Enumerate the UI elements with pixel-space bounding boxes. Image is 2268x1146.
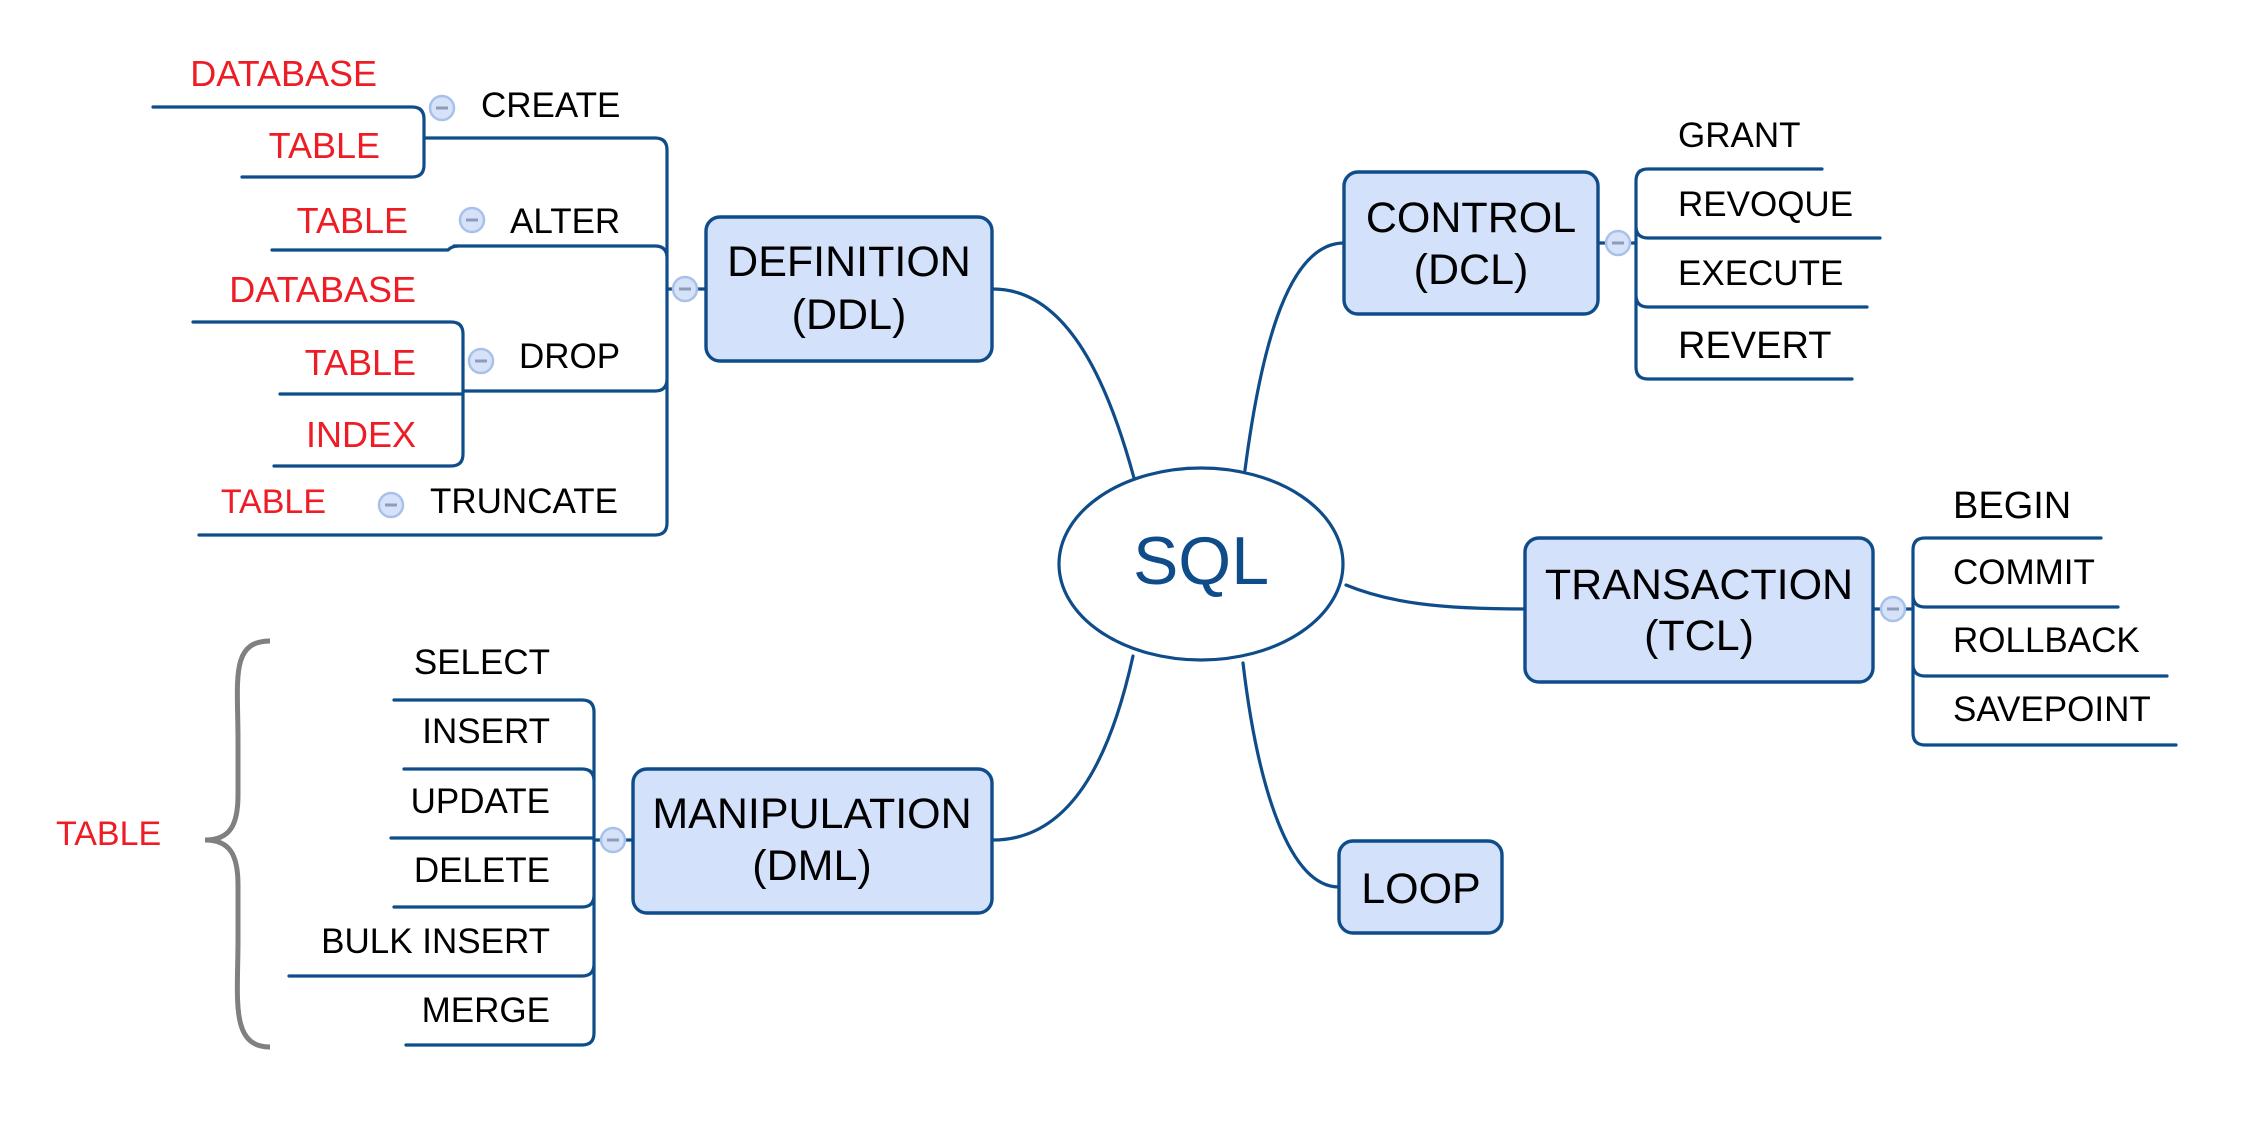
dcl-node[interactable]: CONTROL (DCL)	[1342, 170, 1600, 316]
dml-node[interactable]: MANIPULATION (DML)	[631, 767, 994, 915]
ddl-command-create[interactable]: CREATE	[481, 86, 620, 125]
dcl-title: CONTROL	[1366, 194, 1576, 242]
drop-object-database[interactable]: DATABASE	[229, 269, 416, 310]
tcl-title: TRANSACTION	[1545, 561, 1853, 609]
ddl-command-truncate[interactable]: TRUNCATE	[430, 482, 618, 521]
dml-command[interactable]: DELETE	[414, 851, 550, 890]
create-object-table[interactable]: TABLE	[269, 125, 380, 166]
dml-command[interactable]: SELECT	[414, 643, 550, 682]
dcl-command[interactable]: GRANT	[1678, 116, 1801, 155]
ddl-title: DEFINITION	[727, 238, 971, 286]
ddl-subtitle: (DDL)	[792, 291, 907, 339]
root-label: SQL	[1133, 523, 1269, 599]
ddl-collapse-button[interactable]	[671, 275, 699, 303]
connector-root-dcl	[1243, 241, 1346, 472]
ddl-command-drop[interactable]: DROP	[519, 337, 620, 376]
alter-underline	[270, 244, 460, 252]
dcl-command[interactable]: EXECUTE	[1678, 254, 1843, 293]
alter-collapse-button[interactable]	[458, 206, 486, 234]
tcl-collapse-button[interactable]	[1879, 595, 1907, 623]
drop-object-table[interactable]: TABLE	[305, 342, 416, 383]
dml-title: MANIPULATION	[652, 790, 971, 838]
alter-object-table[interactable]: TABLE	[297, 200, 408, 241]
dcl-subtitle: (DCL)	[1414, 246, 1529, 294]
connector-root-loop	[1241, 661, 1341, 889]
tcl-command[interactable]: ROLLBACK	[1953, 621, 2140, 660]
create-object-database[interactable]: DATABASE	[190, 53, 377, 94]
ddl-command-alter[interactable]: ALTER	[510, 202, 620, 241]
dcl-command[interactable]: REVERT	[1678, 325, 1831, 367]
dcl-command[interactable]: REVOQUE	[1678, 185, 1853, 224]
tcl-command[interactable]: SAVEPOINT	[1953, 690, 2151, 729]
loop-node[interactable]: LOOP	[1337, 839, 1504, 935]
truncate-object-table[interactable]: TABLE	[221, 483, 326, 521]
tcl-node[interactable]: TRANSACTION (TCL)	[1523, 536, 1875, 684]
curly-brace-icon	[204, 638, 271, 1050]
connector-root-ddl	[991, 287, 1136, 480]
connector-root-tcl	[1344, 583, 1527, 611]
dml-command[interactable]: INSERT	[422, 712, 550, 751]
connector-root-dml	[991, 654, 1135, 842]
loop-title: LOOP	[1361, 865, 1481, 913]
dml-applies-to: TABLE	[56, 815, 161, 853]
dcl-collapse-button[interactable]	[1604, 229, 1632, 257]
tcl-subtitle: (TCL)	[1644, 612, 1754, 660]
truncate-collapse-button[interactable]	[377, 491, 405, 519]
drop-collapse-button[interactable]	[467, 347, 495, 375]
root-node[interactable]: SQL	[1057, 466, 1345, 662]
dml-command[interactable]: UPDATE	[411, 782, 550, 821]
create-collapse-button[interactable]	[428, 94, 456, 122]
dml-command[interactable]: BULK INSERT	[321, 922, 550, 961]
sql-mind-map: SQL DEFINITION (DDL) CREATE DATABASE TAB…	[56, 53, 2178, 1050]
dml-collapse-button[interactable]	[599, 826, 627, 854]
tcl-command[interactable]: BEGIN	[1953, 485, 2071, 527]
tcl-command[interactable]: COMMIT	[1953, 553, 2095, 592]
ddl-node[interactable]: DEFINITION (DDL)	[704, 215, 994, 363]
dml-command[interactable]: MERGE	[422, 991, 550, 1030]
dml-subtitle: (DML)	[752, 842, 871, 890]
drop-object-index[interactable]: INDEX	[306, 414, 416, 455]
